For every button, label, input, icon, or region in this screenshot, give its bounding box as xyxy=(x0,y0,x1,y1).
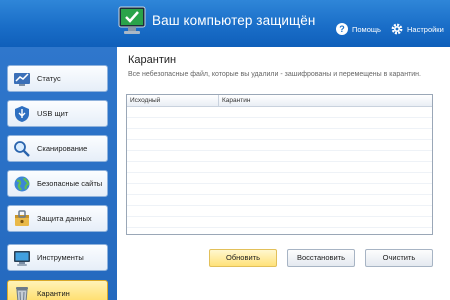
sidebar-item-label: Сканирование xyxy=(37,144,88,153)
column-header-original[interactable]: Исходный xyxy=(127,95,219,107)
app-title: Ваш компьютер защищён xyxy=(152,13,316,28)
settings-button[interactable]: Настройки xyxy=(390,22,444,36)
sidebar-item-label: Карантин xyxy=(37,289,70,298)
column-header-quarantine[interactable]: Карантин xyxy=(219,95,432,107)
page-description: Все небезопасные файл, которые вы удалил… xyxy=(128,71,421,78)
sidebar-item-data-protection[interactable]: Защита данных xyxy=(7,205,108,232)
sidebar-item-safe-sites[interactable]: Безопасные сайты xyxy=(7,170,108,197)
help-icon: ? xyxy=(336,23,348,35)
settings-label: Настройки xyxy=(407,24,444,34)
sidebar-item-tools[interactable]: Инструменты xyxy=(7,244,108,271)
usb-shield-icon xyxy=(13,105,31,123)
sidebar-item-scan[interactable]: Сканирование xyxy=(7,135,108,162)
data-protection-icon xyxy=(13,209,31,228)
gear-icon xyxy=(391,23,403,35)
tools-monitor-icon xyxy=(13,249,31,267)
table-body[interactable] xyxy=(127,107,432,234)
trash-bin-icon xyxy=(13,285,31,300)
sidebar-item-label: Безопасные сайты xyxy=(37,179,103,188)
sidebar: Статус USB щит Сканирование Безопасные с… xyxy=(0,47,117,300)
sidebar-item-usb-shield[interactable]: USB щит xyxy=(7,100,108,127)
quarantine-table[interactable]: Исходный Карантин xyxy=(126,94,433,235)
refresh-button[interactable]: Обновить xyxy=(209,249,277,267)
sidebar-item-label: Защита данных xyxy=(37,214,92,223)
scan-magnifier-icon xyxy=(13,140,31,158)
help-button[interactable]: ? Помощь xyxy=(336,23,381,35)
sidebar-item-label: Статус xyxy=(37,74,61,83)
page-title: Карантин xyxy=(128,54,177,66)
sidebar-item-status[interactable]: Статус xyxy=(7,65,108,92)
sidebar-item-label: Инструменты xyxy=(37,253,84,262)
help-label: Помощь xyxy=(352,24,381,34)
sidebar-item-quarantine[interactable]: Карантин xyxy=(7,280,108,300)
globe-icon xyxy=(13,175,31,193)
table-header: Исходный Карантин xyxy=(127,95,432,107)
sidebar-item-label: USB щит xyxy=(37,109,69,118)
monitor-check-icon xyxy=(118,6,146,34)
main-content: Карантин Все небезопасные файл, которые … xyxy=(117,47,450,300)
clear-button[interactable]: Очистить xyxy=(365,249,433,267)
app-header: Ваш компьютер защищён ? Помощь Настройки xyxy=(0,0,450,47)
restore-button[interactable]: Восстановить xyxy=(287,249,355,267)
status-icon xyxy=(13,70,31,88)
